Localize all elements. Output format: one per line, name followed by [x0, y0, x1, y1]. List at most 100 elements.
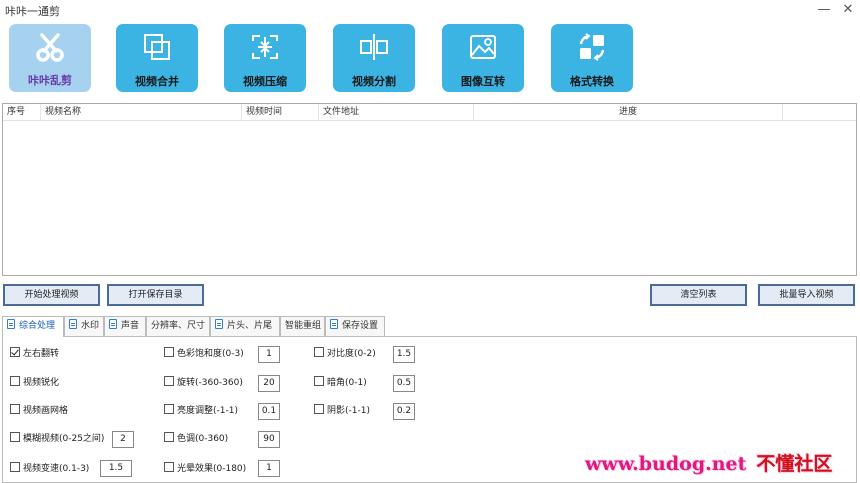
tab-label: 水印	[81, 321, 100, 331]
tool-label: 图像互转	[461, 75, 505, 88]
speed-checkbox[interactable]	[10, 462, 20, 472]
halo-checkbox[interactable]	[164, 462, 174, 472]
brightness-option[interactable]: 亮度调整(-1-1)	[164, 404, 238, 418]
tool-label: 格式转换	[570, 75, 614, 88]
image-convert-icon	[470, 35, 496, 59]
tab-label: 分辨率、尺寸	[151, 321, 206, 331]
halo-option[interactable]: 光晕效果(0-180)	[164, 462, 246, 476]
batch-import-button[interactable]: 批量导入视频	[758, 284, 855, 306]
vignette-option[interactable]: 暗角(0-1)	[314, 376, 367, 390]
blur-value-input[interactable]: 2	[112, 431, 134, 448]
tool-format-convert[interactable]: 格式转换	[551, 24, 633, 92]
contrast-checkbox[interactable]	[314, 347, 324, 357]
tab-resolution[interactable]: 分辨率、尺寸	[146, 316, 210, 336]
saturation-checkbox[interactable]	[164, 347, 174, 357]
rotate-checkbox[interactable]	[164, 376, 174, 386]
hue-value-input[interactable]: 90	[258, 431, 280, 448]
rotate-option[interactable]: 旋转(-360-360)	[164, 376, 243, 390]
shadow-checkbox[interactable]	[314, 404, 324, 414]
vignette-label: 暗角(0-1)	[327, 378, 367, 388]
page-icon	[330, 319, 338, 329]
halo-value-input[interactable]: 1	[258, 460, 280, 477]
title-bar: 咔咔一通剪 — ✕	[0, 0, 860, 20]
tool-video-compress[interactable]: 视频压缩	[224, 24, 306, 92]
tool-video-split[interactable]: 视频分割	[333, 24, 415, 92]
window-title: 咔咔一通剪	[5, 5, 60, 18]
grid-label: 视频画网格	[23, 406, 69, 416]
minimize-button[interactable]: —	[816, 2, 832, 17]
close-button[interactable]: ✕	[840, 2, 856, 17]
sharpen-option[interactable]: 视频锐化	[10, 376, 59, 390]
split-icon	[360, 34, 388, 60]
blur-label: 模糊视频(0-25之间)	[23, 434, 105, 444]
column-header-path[interactable]: 文件地址	[319, 104, 474, 121]
grid-checkbox[interactable]	[10, 404, 20, 414]
column-header-name[interactable]: 视频名称	[41, 104, 242, 121]
page-icon	[7, 319, 15, 329]
watermark-url: www.budog.net	[585, 453, 747, 475]
flip-checkbox[interactable]	[10, 347, 20, 357]
shadow-option[interactable]: 阴影(-1-1)	[314, 404, 370, 418]
saturation-value-input[interactable]: 1	[258, 346, 280, 363]
list-header: 序号 视频名称 视频时间 文件地址 进度	[3, 104, 856, 121]
column-header-index[interactable]: 序号	[3, 104, 41, 121]
video-list[interactable]: 序号 视频名称 视频时间 文件地址 进度	[2, 103, 857, 276]
brightness-label: 亮度调整(-1-1)	[177, 406, 238, 416]
tab-watermark[interactable]: 水印	[64, 316, 104, 336]
rotate-value-input[interactable]: 20	[258, 375, 280, 392]
brightness-checkbox[interactable]	[164, 404, 174, 414]
hue-label: 色调(0-360)	[177, 434, 229, 444]
saturation-label: 色彩饱和度(0-3)	[177, 349, 244, 359]
hue-checkbox[interactable]	[164, 432, 174, 442]
tab-label: 片头、片尾	[227, 321, 273, 331]
shadow-value-input[interactable]: 0.2	[393, 403, 415, 420]
compress-icon	[252, 35, 278, 59]
tab-save-settings[interactable]: 保存设置	[325, 316, 385, 336]
tab-smart-regroup[interactable]: 智能重组	[280, 316, 325, 336]
sharpen-label: 视频锐化	[23, 378, 60, 388]
rotate-label: 旋转(-360-360)	[177, 378, 243, 388]
column-header-progress[interactable]: 进度	[474, 104, 783, 121]
speed-label: 视频变速(0.1-3)	[23, 464, 90, 474]
contrast-label: 对比度(0-2)	[327, 349, 376, 359]
tool-image-convert[interactable]: 图像互转	[442, 24, 524, 92]
sharpen-checkbox[interactable]	[10, 376, 20, 386]
saturation-option[interactable]: 色彩饱和度(0-3)	[164, 347, 244, 361]
scissors-icon	[36, 33, 64, 62]
column-header-duration[interactable]: 视频时间	[242, 104, 319, 121]
flip-option[interactable]: 左右翻转	[10, 347, 59, 361]
tool-label: 视频合并	[135, 75, 179, 88]
shadow-label: 阴影(-1-1)	[327, 406, 370, 416]
tool-random-cut[interactable]: 咔咔乱剪	[9, 24, 91, 92]
tool-label: 视频压缩	[243, 75, 287, 88]
contrast-value-input[interactable]: 1.5	[393, 346, 415, 363]
page-icon	[69, 319, 77, 329]
format-convert-icon	[579, 33, 605, 61]
grid-option[interactable]: 视频画网格	[10, 404, 68, 418]
tab-audio[interactable]: 声音	[104, 316, 146, 336]
tool-label: 视频分割	[352, 75, 396, 88]
speed-value-input[interactable]: 1.5	[100, 460, 132, 477]
hue-option[interactable]: 色调(0-360)	[164, 432, 228, 446]
speed-option[interactable]: 视频变速(0.1-3)	[10, 462, 89, 476]
clear-list-button[interactable]: 清空列表	[650, 284, 747, 306]
merge-icon	[144, 34, 170, 60]
tab-label: 保存设置	[342, 321, 379, 331]
start-processing-button[interactable]: 开始处理视频	[3, 284, 100, 306]
page-icon	[215, 319, 223, 329]
blur-checkbox[interactable]	[10, 432, 20, 442]
tool-video-merge[interactable]: 视频合并	[116, 24, 198, 92]
brightness-value-input[interactable]: 0.1	[258, 403, 280, 420]
tool-label: 咔咔乱剪	[28, 74, 72, 87]
watermark-brand: 不懂社区	[756, 453, 833, 475]
contrast-option[interactable]: 对比度(0-2)	[314, 347, 376, 361]
vignette-value-input[interactable]: 0.5	[393, 375, 415, 392]
tab-general[interactable]: 综合处理	[2, 316, 64, 337]
tab-label: 综合处理	[19, 321, 56, 331]
open-save-dir-button[interactable]: 打开保存目录	[107, 284, 204, 306]
tab-intro-outro[interactable]: 片头、片尾	[210, 316, 280, 336]
halo-label: 光晕效果(0-180)	[177, 464, 247, 474]
blur-option[interactable]: 模糊视频(0-25之间)	[10, 432, 104, 446]
vignette-checkbox[interactable]	[314, 376, 324, 386]
tab-label: 声音	[121, 321, 140, 331]
